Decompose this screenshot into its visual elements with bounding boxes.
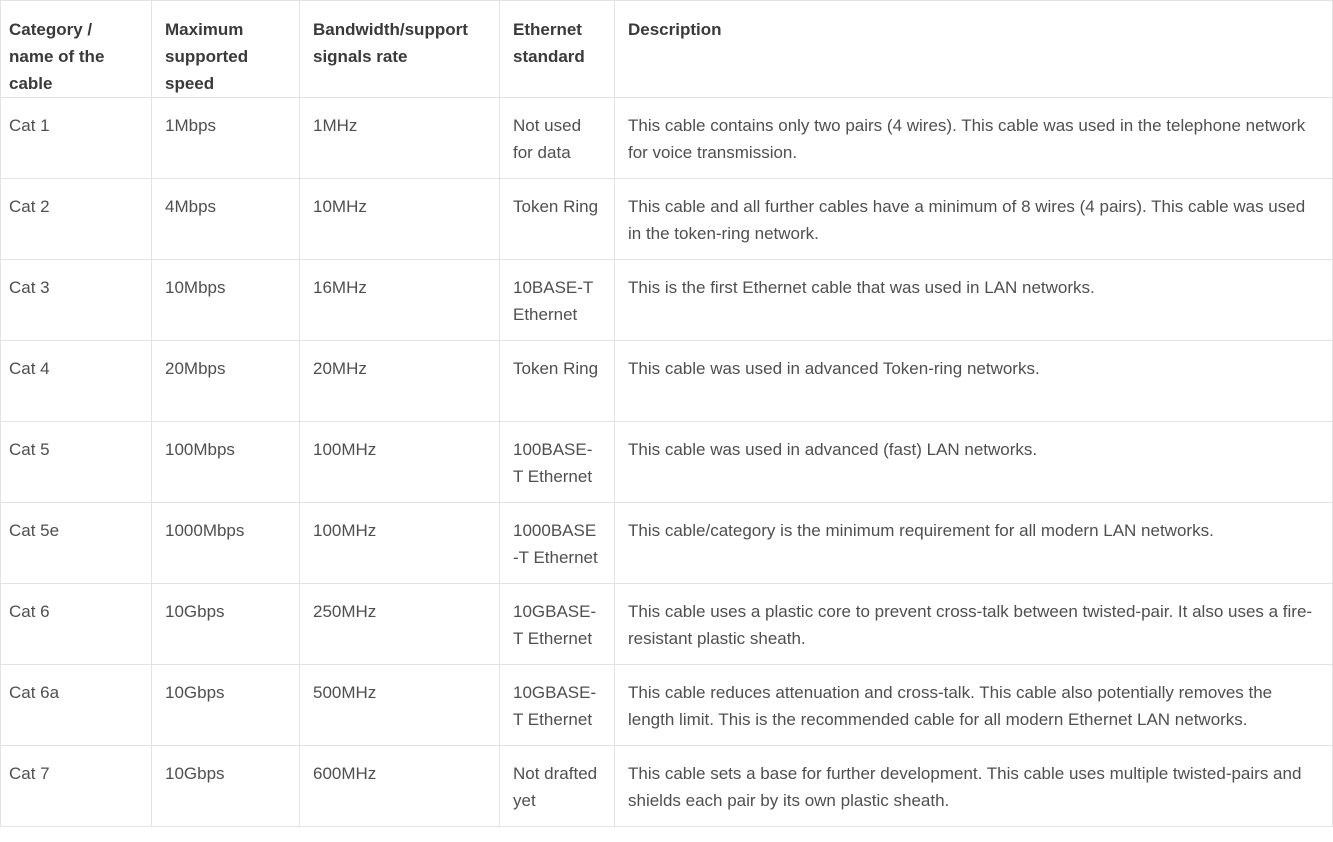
cell-description: This cable sets a base for further devel… bbox=[614, 745, 1333, 827]
cell-speed: 20Mbps bbox=[151, 340, 300, 422]
cell-description: This is the first Ethernet cable that wa… bbox=[614, 259, 1333, 341]
cell-ethernet-standard: 10GBASE-T Ethernet bbox=[499, 583, 615, 665]
cell-category: Cat 3 bbox=[0, 259, 152, 341]
cell-speed: 10Gbps bbox=[151, 583, 300, 665]
table-row: Cat 2 4Mbps 10MHz Token Ring This cable … bbox=[0, 178, 1333, 260]
table-row: Cat 4 20Mbps 20MHz Token Ring This cable… bbox=[0, 340, 1333, 422]
cell-speed: 10Mbps bbox=[151, 259, 300, 341]
cell-ethernet-standard: 100BASE-T Ethernet bbox=[499, 421, 615, 503]
cell-ethernet-standard: Not used for data bbox=[499, 97, 615, 179]
cell-bandwidth: 100MHz bbox=[299, 421, 500, 503]
column-header-speed: Maximum supported speed bbox=[151, 0, 300, 98]
cell-category: Cat 5 bbox=[0, 421, 152, 503]
cable-categories-table: Category / name of the cable Maximum sup… bbox=[0, 0, 1333, 827]
cell-speed: 1Mbps bbox=[151, 97, 300, 179]
cell-ethernet-standard: 1000BASE-T Ethernet bbox=[499, 502, 615, 584]
cell-category: Cat 2 bbox=[0, 178, 152, 260]
cell-category: Cat 5e bbox=[0, 502, 152, 584]
cell-speed: 100Mbps bbox=[151, 421, 300, 503]
table-row: Cat 6a 10Gbps 500MHz 10GBASE-T Ethernet … bbox=[0, 664, 1333, 746]
cell-ethernet-standard: 10BASE-T Ethernet bbox=[499, 259, 615, 341]
cell-category: Cat 7 bbox=[0, 745, 152, 827]
cell-category: Cat 6a bbox=[0, 664, 152, 746]
cell-category: Cat 6 bbox=[0, 583, 152, 665]
cell-bandwidth: 20MHz bbox=[299, 340, 500, 422]
cell-bandwidth: 16MHz bbox=[299, 259, 500, 341]
table-row: Cat 3 10Mbps 16MHz 10BASE-T Ethernet Thi… bbox=[0, 259, 1333, 341]
cell-description: This cable uses a plastic core to preven… bbox=[614, 583, 1333, 665]
cell-ethernet-standard: Token Ring bbox=[499, 340, 615, 422]
cell-speed: 4Mbps bbox=[151, 178, 300, 260]
column-header-description: Description bbox=[614, 0, 1333, 98]
cell-description: This cable reduces attenuation and cross… bbox=[614, 664, 1333, 746]
cell-bandwidth: 600MHz bbox=[299, 745, 500, 827]
cell-description: This cable/category is the minimum requi… bbox=[614, 502, 1333, 584]
cell-description: This cable was used in advanced (fast) L… bbox=[614, 421, 1333, 503]
cell-bandwidth: 250MHz bbox=[299, 583, 500, 665]
cell-ethernet-standard: Token Ring bbox=[499, 178, 615, 260]
cell-bandwidth: 100MHz bbox=[299, 502, 500, 584]
table-row: Cat 7 10Gbps 600MHz Not drafted yet This… bbox=[0, 745, 1333, 827]
table-header-row: Category / name of the cable Maximum sup… bbox=[0, 0, 1333, 98]
cell-ethernet-standard: Not drafted yet bbox=[499, 745, 615, 827]
cell-bandwidth: 1MHz bbox=[299, 97, 500, 179]
table-row: Cat 5 100Mbps 100MHz 100BASE-T Ethernet … bbox=[0, 421, 1333, 503]
table-row: Cat 5e 1000Mbps 100MHz 1000BASE-T Ethern… bbox=[0, 502, 1333, 584]
table-row: Cat 1 1Mbps 1MHz Not used for data This … bbox=[0, 97, 1333, 179]
table-row: Cat 6 10Gbps 250MHz 10GBASE-T Ethernet T… bbox=[0, 583, 1333, 665]
column-header-category: Category / name of the cable bbox=[0, 0, 152, 98]
column-header-bandwidth: Bandwidth/support signals rate bbox=[299, 0, 500, 98]
cell-speed: 10Gbps bbox=[151, 664, 300, 746]
cell-ethernet-standard: 10GBASE-T Ethernet bbox=[499, 664, 615, 746]
cell-speed: 10Gbps bbox=[151, 745, 300, 827]
cell-description: This cable contains only two pairs (4 wi… bbox=[614, 97, 1333, 179]
cell-category: Cat 4 bbox=[0, 340, 152, 422]
cell-description: This cable was used in advanced Token-ri… bbox=[614, 340, 1333, 422]
cell-description: This cable and all further cables have a… bbox=[614, 178, 1333, 260]
cell-bandwidth: 500MHz bbox=[299, 664, 500, 746]
cell-bandwidth: 10MHz bbox=[299, 178, 500, 260]
cell-category: Cat 1 bbox=[0, 97, 152, 179]
cell-speed: 1000Mbps bbox=[151, 502, 300, 584]
column-header-ethernet-standard: Ethernet standard bbox=[499, 0, 615, 98]
